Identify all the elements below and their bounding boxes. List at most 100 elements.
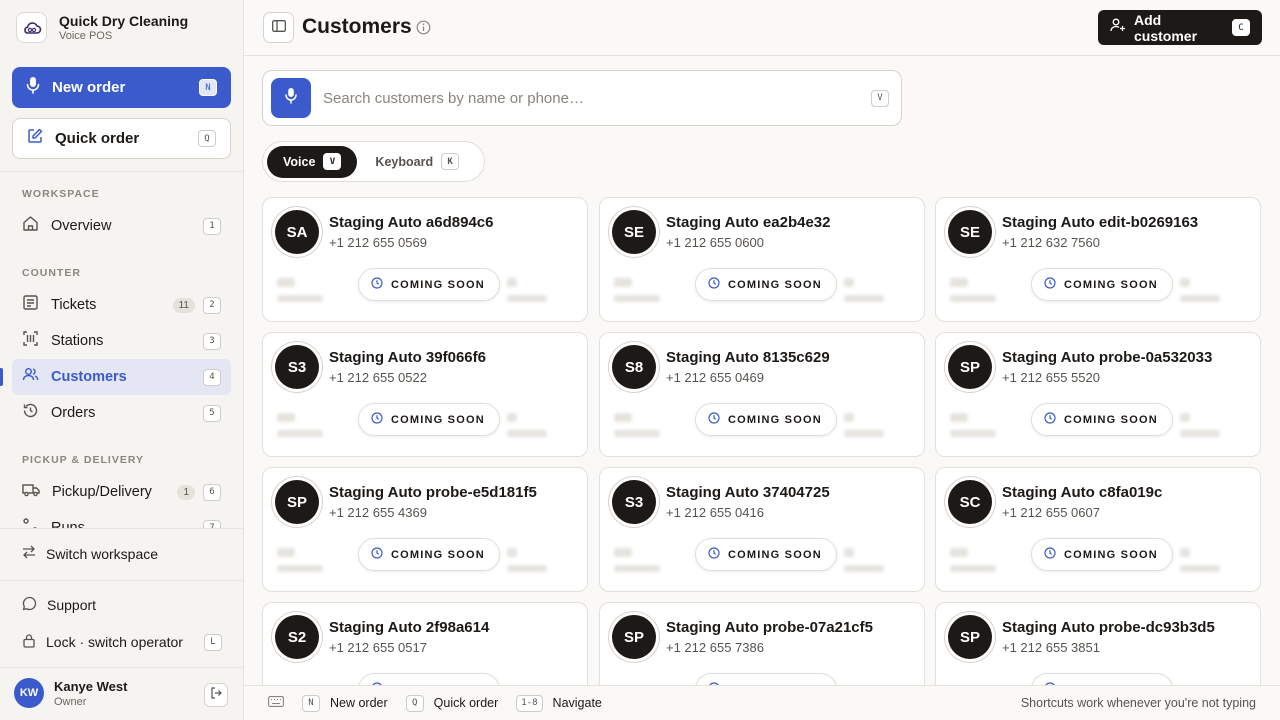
blurred-stat [950,565,996,572]
blurred-stat [277,548,295,557]
blurred-stat [950,278,968,287]
ticket-icon [22,294,39,316]
customer-phone: +1 212 655 4369 [329,505,427,520]
customer-name: Staging Auto edit-b0269163 [1002,214,1199,231]
customer-card[interactable]: S2 Staging Auto 2f98a614 +1 212 655 0517… [262,602,588,685]
coming-soon-label: COMING SOON [728,413,822,426]
blurred-stat [844,430,884,437]
customer-name: Staging Auto c8fa019c [1002,484,1163,501]
shortcut-key: N [302,694,320,712]
search-input[interactable] [323,89,871,107]
voice-mode-label: Voice [283,154,316,169]
search-shortcut: V [871,89,889,107]
customer-card[interactable]: SP Staging Auto probe-e5d181f5 +1 212 65… [262,467,588,592]
customer-name: Staging Auto probe-07a21cf5 [666,619,873,636]
customer-card[interactable]: SP Staging Auto probe-07a21cf5 +1 212 65… [599,602,925,685]
clock-icon [1044,547,1056,562]
route-icon [22,517,39,528]
keyboard-mode-shortcut: K [441,153,460,170]
blurred-stat [507,295,547,302]
voice-mode-shortcut: V [323,153,342,170]
coming-soon-label: COMING SOON [728,548,822,561]
blurred-stat [844,295,884,302]
customer-card[interactable]: SP Staging Auto probe-dc93b3d5 +1 212 65… [935,602,1261,685]
blurred-stat [277,565,323,572]
quick-order-button[interactable]: Quick order Q [12,118,231,159]
sidebar-item-pickup-delivery[interactable]: Pickup/Delivery 1 6 [12,474,231,510]
blurred-stat [1180,548,1190,557]
sidebar-shortcut: 4 [203,368,221,386]
logout-button[interactable] [204,683,228,707]
voice-mode-button[interactable]: Voice V [267,145,358,178]
customer-avatar: SP [948,345,992,389]
clock-icon [371,277,383,292]
sidebar-item-label: Customers [51,369,127,385]
support-button[interactable]: Support [22,596,96,614]
customer-phone: +1 212 655 7386 [666,640,764,655]
shortcut-navigate: 1-8 Navigate [516,694,602,712]
divider [0,528,243,529]
switch-arrows-icon [22,545,36,562]
blurred-stat [614,413,632,422]
keyboard-mode-label: Keyboard [375,154,434,169]
lock-label: Lock · switch operator [46,634,183,650]
microphone-icon [285,87,297,109]
support-label: Support [47,597,97,613]
lock-switch-operator-button[interactable]: Lock · switch operator L [22,633,222,651]
user-plus-icon [1110,18,1126,37]
keyboard-mode-button[interactable]: Keyboard K [365,146,475,178]
customer-phone: +1 212 655 0522 [329,370,427,385]
divider [0,667,243,668]
customer-card[interactable]: SA Staging Auto a6d894c6 +1 212 655 0569… [262,197,588,322]
truck-icon [22,481,40,503]
coming-soon-label: COMING SOON [1064,548,1158,561]
clock-icon [708,277,720,292]
customer-card[interactable]: S3 Staging Auto 37404725 +1 212 655 0416… [599,467,925,592]
customer-card[interactable]: SE Staging Auto edit-b0269163 +1 212 632… [935,197,1261,322]
sidebar-item-stations[interactable]: Stations 3 [12,323,231,359]
blurred-stat [950,413,968,422]
brand[interactable]: Quick Dry Cleaning Voice POS [16,12,188,43]
customer-card[interactable]: SE Staging Auto ea2b4e32 +1 212 655 0600… [599,197,925,322]
sidebar-toggle-button[interactable] [263,12,294,43]
blurred-stat [1180,295,1220,302]
customer-phone: +1 212 655 0600 [666,235,764,250]
topbar: Customers Add customer C [244,0,1280,56]
shortcut-new-order: N New order [302,694,388,712]
user-role: Owner [54,695,87,708]
customer-card[interactable]: SP Staging Auto probe-0a532033 +1 212 65… [935,332,1261,457]
blurred-stat [844,548,854,557]
sidebar-item-customers[interactable]: Customers 4 [12,359,231,395]
add-customer-label: Add customer [1134,11,1198,44]
blurred-stat [950,548,968,557]
quick-order-shortcut: Q [198,130,216,147]
lock-icon [22,633,36,651]
input-mode-toggle: Voice V Keyboard K [262,141,485,182]
edit-icon [27,128,43,149]
user-profile[interactable]: KW Kanye West Owner [14,678,127,708]
barcode-icon [22,330,39,352]
customer-avatar: S8 [612,345,656,389]
clock-icon [371,412,383,427]
blurred-stat [1180,565,1220,572]
customer-card[interactable]: S3 Staging Auto 39f066f6 +1 212 655 0522… [262,332,588,457]
blurred-stat [277,295,323,302]
customer-card[interactable]: S8 Staging Auto 8135c629 +1 212 655 0469… [599,332,925,457]
add-customer-button[interactable]: Add customer C [1098,10,1262,45]
voice-search-button[interactable] [271,78,311,118]
sidebar-item-runs[interactable]: Runs 7 [12,510,231,528]
customer-name: Staging Auto probe-e5d181f5 [329,484,537,501]
customer-phone: +1 212 632 7560 [1002,235,1100,250]
sidebar-item-tickets[interactable]: Tickets 11 2 [12,287,231,323]
new-order-button[interactable]: New order N [12,67,231,108]
customer-card[interactable]: SC Staging Auto c8fa019c +1 212 655 0607… [935,467,1261,592]
customer-name: Staging Auto probe-0a532033 [1002,349,1213,366]
info-icon[interactable] [416,20,431,40]
switch-workspace-button[interactable]: Switch workspace [22,545,158,562]
sidebar-item-label: Overview [51,218,112,234]
clock-icon [1044,412,1056,427]
users-icon [22,366,39,388]
sidebar-item-orders[interactable]: Orders 5 [12,395,231,431]
sidebar-item-overview[interactable]: Overview 1 [12,208,231,244]
coming-soon-label: COMING SOON [728,278,822,291]
